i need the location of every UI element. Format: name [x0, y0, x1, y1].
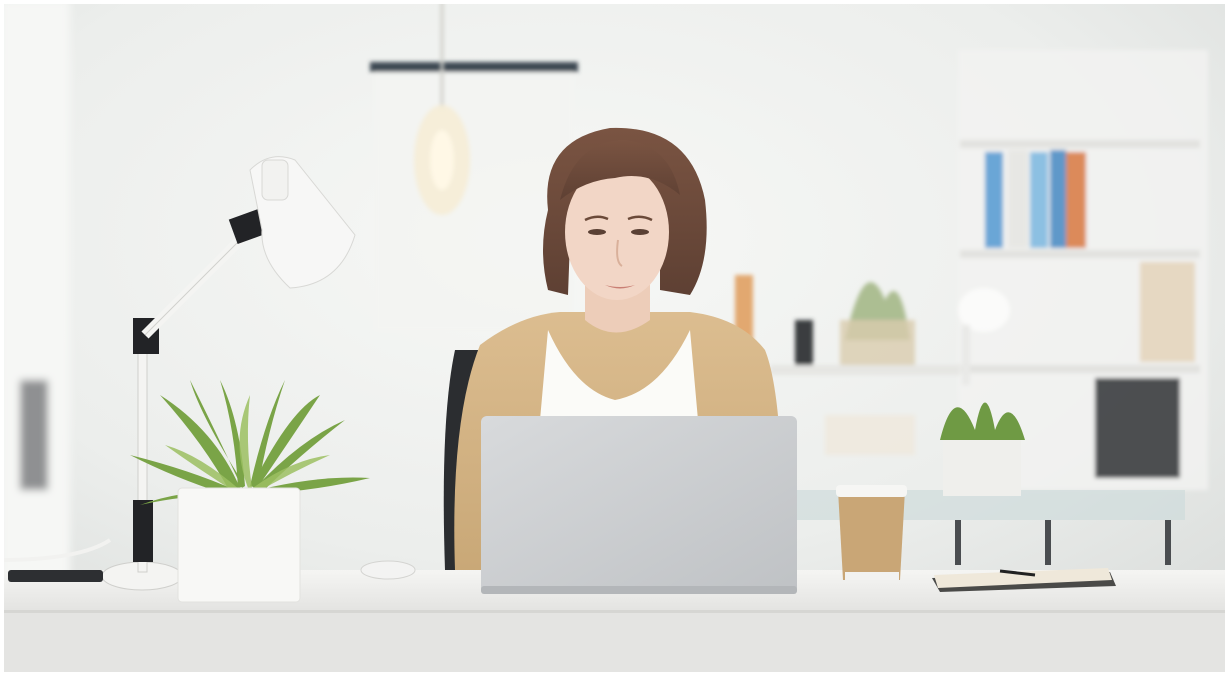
coffee-cup: [836, 485, 907, 580]
desk-front: [0, 612, 1229, 676]
whiteboard: [370, 62, 578, 332]
book-orange: [1066, 152, 1086, 248]
book-blue: [985, 152, 1003, 248]
computer-mouse: [360, 560, 416, 580]
laptop-lid: [481, 416, 797, 593]
bookshelf: [958, 50, 1208, 490]
photo-frame: [0, 0, 1229, 676]
plant-pot: [177, 487, 301, 603]
laptop: [481, 416, 797, 594]
background-plant: [940, 402, 1025, 496]
office-photo: [0, 0, 1229, 676]
phone: [8, 570, 103, 582]
